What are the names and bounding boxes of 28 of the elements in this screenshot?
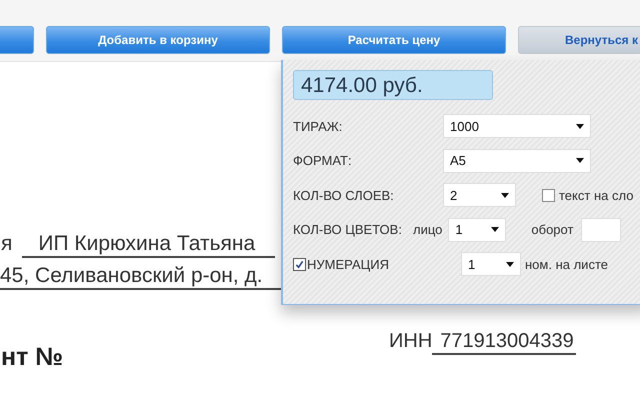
checkbox[interactable] — [542, 188, 555, 202]
field-label: ном. на листе — [525, 256, 608, 272]
dropdown[interactable]: А5 — [443, 148, 591, 172]
dropdown[interactable]: 1 — [461, 252, 521, 276]
field-label: ТИРАЖ: — [293, 118, 344, 134]
recipient-name: ИП Кирюхина Татьяна — [22, 232, 276, 258]
field-label: ФОРМАТ: — [293, 153, 353, 168]
inn-label: ИНН — [389, 330, 432, 353]
caret-icon — [491, 227, 500, 232]
caret-icon — [576, 158, 584, 163]
field-label: КОЛ-ВО СЛОЕВ: — [293, 188, 395, 202]
field-label: НУМЕРАЦИЯ — [307, 256, 390, 272]
option-label: текст на сло — [559, 188, 634, 202]
dropdown[interactable]: 1 — [448, 218, 506, 242]
document-text: я — [1, 232, 12, 256]
checkbox[interactable] — [293, 258, 306, 270]
back-button[interactable]: Вернуться к — [518, 26, 640, 54]
caret-icon — [501, 192, 509, 198]
caret-icon — [576, 124, 584, 128]
dropdown[interactable]: 2 — [443, 183, 516, 207]
inn-number: 771913004339 — [432, 330, 576, 355]
caret-icon — [506, 262, 514, 266]
document-heading: нт № — [1, 343, 64, 371]
field-label: лицо — [413, 222, 442, 237]
field-label: оборот — [531, 222, 574, 237]
price-display: 4174.00 руб. — [293, 70, 493, 100]
dropdown[interactable]: 1000 — [443, 114, 591, 138]
field-label: КОЛ-ВО ЦВЕТОВ: — [293, 222, 403, 237]
